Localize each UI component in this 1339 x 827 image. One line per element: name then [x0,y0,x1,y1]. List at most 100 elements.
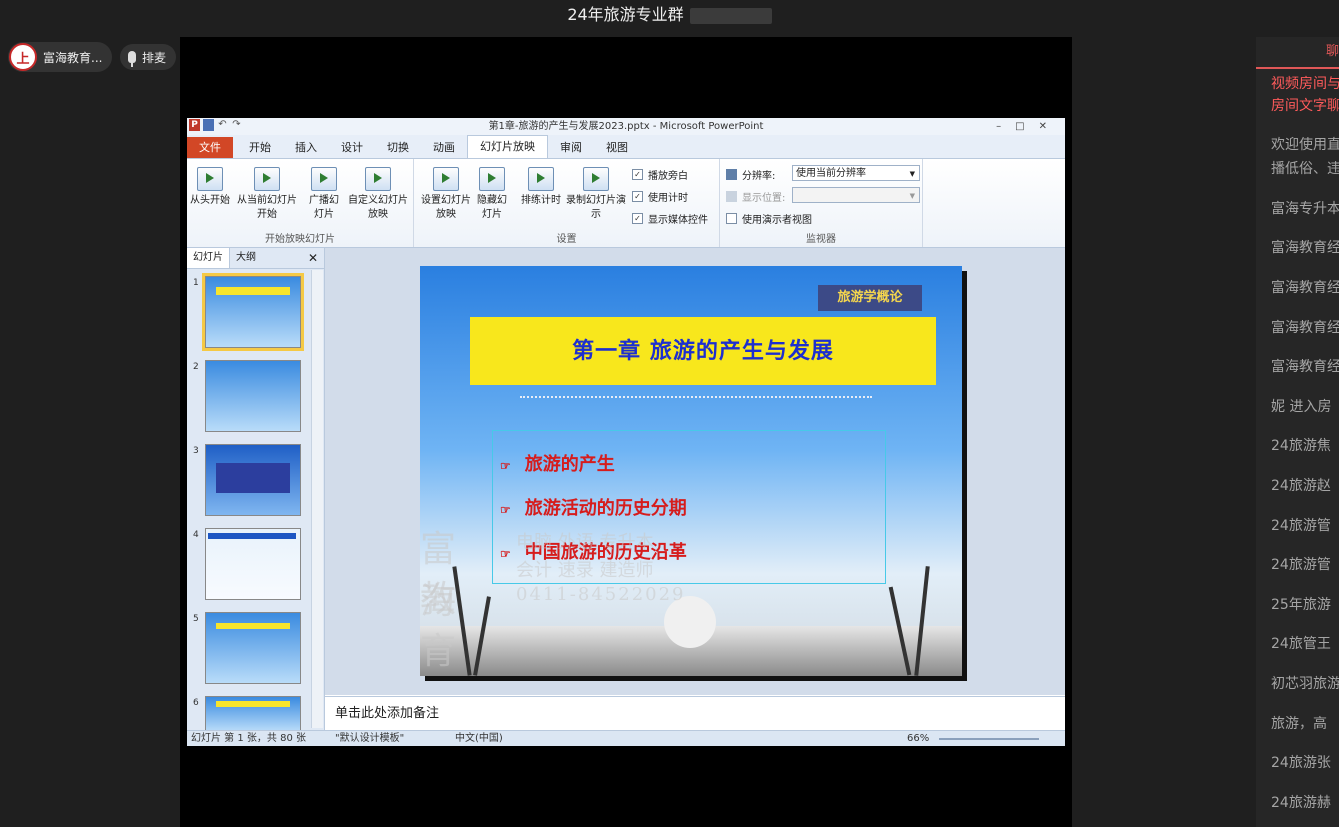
display-on-select[interactable]: ▼ [792,187,920,203]
play-current-icon [254,167,280,191]
redacted-title-part [689,7,772,24]
tab-slideshow[interactable]: 幻灯片放映 [467,135,548,158]
tab-slides[interactable]: 幻灯片 [187,248,230,268]
slide-thumbnail[interactable]: 5 [187,608,315,686]
window-controls[interactable]: –□✕ [996,118,1061,135]
chat-message: 妮 进入房 [1271,399,1332,415]
quick-access-toolbar: P ↶ ↷ [189,119,242,131]
rehearse-timings-button[interactable]: 排练计时 [518,165,564,208]
slide-thumbnail[interactable]: 1 [187,272,315,351]
save-icon[interactable] [203,119,214,131]
monitor-icon [726,191,737,202]
tab-transitions[interactable]: 切换 [375,137,421,158]
pointing-hand-icon: ☞ [500,459,511,473]
chat-message: 24旅游赫 [1271,795,1331,811]
broadcast-button[interactable]: 广播幻灯片 [307,165,341,222]
status-zoom: 66% [907,733,930,744]
slide-bullet: ☞ 旅游的产生 [500,454,615,475]
host-chip[interactable]: 上 富海教育... [8,42,113,72]
record-slideshow-button[interactable]: 录制幻灯片演示 [564,165,628,222]
pane-tabs: 幻灯片 大纲 ✕ [187,248,324,269]
ribbon-tabs: 文件 开始 插入 设计 切换 动画 幻灯片放映 审阅 视图 [187,135,1065,159]
hide-slide-button[interactable]: 隐藏幻灯片 [476,165,508,222]
host-name: 富海教育... [43,50,103,65]
slide-thumbnail-image [202,273,304,351]
slide-bullet: ☞ 旅游活动的历史分期 [500,498,687,519]
pointing-hand-icon: ☞ [500,503,511,517]
slide-badge: 旅游学概论 [818,285,922,311]
tab-review[interactable]: 审阅 [548,137,594,158]
pointing-hand-icon: ☞ [500,547,511,561]
slide-thumbnail-image [205,696,301,732]
group-start-slideshow: 从头开始 从当前幻灯片开始 广播幻灯片 自定义幻灯片放映 开始放映幻灯片 [187,159,414,247]
chat-message: 25年旅游 [1271,597,1331,613]
ppt-title-bar: P ↶ ↷ 第1章-旅游的产生与发展2023.pptx - Microsoft … [187,118,1065,135]
check-icon: ✓ [632,169,643,180]
slide-thumbnail[interactable]: 2 [187,356,315,434]
ribbon: 从头开始 从当前幻灯片开始 广播幻灯片 自定义幻灯片放映 开始放映幻灯片 设置幻… [187,159,1065,248]
zoom-slider[interactable] [939,738,1039,740]
queue-mic-label: 排麦 [142,50,167,65]
chat-message: 24旅游张 [1271,755,1331,771]
tab-insert[interactable]: 插入 [283,137,329,158]
tab-animations[interactable]: 动画 [421,137,467,158]
record-icon [583,167,609,191]
undo-icon[interactable]: ↶ [217,119,228,131]
chat-message: 24旅游赵 [1271,478,1331,494]
status-bar: 幻灯片 第 1 张，共 80 张 "默认设计模板" 中文(中国) 66% [187,730,1065,746]
chat-tab[interactable]: 聊 [1256,37,1339,69]
setup-show-button[interactable]: 设置幻灯片放映 [418,165,474,222]
slides-pane: 幻灯片 大纲 ✕ 1 2 3 4 5 6 [187,248,325,732]
resolution-select[interactable]: 使用当前分辨率 ▼ [792,165,920,181]
tab-home[interactable]: 开始 [237,137,283,158]
queue-mic-button[interactable]: 排麦 [120,44,177,70]
broadcast-icon [311,167,337,191]
room-title: 24年旅游专业群 [0,0,1339,32]
slide-title: 第一章 旅游的产生与发展 [470,317,936,385]
chat-message: 富海教育经 [1271,240,1339,256]
chevron-down-icon: ▼ [909,170,915,178]
play-narration-checkbox[interactable]: ✓ 播放旁白 [632,167,688,182]
chat-notice: 房间文字聊 [1271,98,1339,114]
slide-thumbnail[interactable]: 3 [187,440,315,518]
chat-message: 24旅游焦 [1271,438,1331,454]
chat-message: 欢迎使用直 [1271,137,1339,153]
close-pane-icon[interactable]: ✕ [302,248,324,268]
use-timings-checkbox[interactable]: ✓ 使用计时 [632,189,688,204]
display-on-label: 显示位置: [726,189,785,204]
chat-message: 富海教育经 [1271,320,1339,336]
notes-pane[interactable]: 单击此处添加备注 [325,696,1065,730]
tab-design[interactable]: 设计 [329,137,375,158]
current-slide[interactable]: 旅游学概论 第一章 旅游的产生与发展 ☞ 旅游的产生 ☞ 旅游活动的历史分期 ☞ 中国… [420,266,962,676]
show-media-controls-checkbox[interactable]: ✓ 显示媒体控件 [632,211,708,226]
chat-message: 富海专升本 [1271,201,1339,217]
from-current-button[interactable]: 从当前幻灯片开始 [235,165,299,222]
slide-thumbnail[interactable]: 4 [187,524,315,602]
check-icon: ✓ [632,213,643,224]
checkbox-icon [726,213,737,224]
group-start-label: 开始放映幻灯片 [265,234,335,245]
pane-scrollbar[interactable] [311,270,323,728]
status-theme: "默认设计模板" [335,733,405,744]
play-slide-icon [197,167,223,191]
status-slide-info: 幻灯片 第 1 张，共 80 张 [191,733,306,744]
status-language: 中文(中国) [455,733,503,744]
chat-message: 富海教育经 [1271,280,1339,296]
group-setup-label: 设置 [556,234,577,245]
tab-view[interactable]: 视图 [594,137,640,158]
tab-file[interactable]: 文件 [187,137,233,158]
chat-message: 24旅管王 [1271,636,1331,652]
custom-show-icon [365,167,391,191]
presenter-view-checkbox[interactable]: 使用演示者视图 [726,211,812,226]
redo-icon[interactable]: ↷ [231,119,242,131]
group-monitor: 分辨率: 使用当前分辨率 ▼ 显示位置: ▼ 使用演示者视图 监视器 [720,159,923,247]
powerpoint-logo-icon: P [189,119,200,131]
slide-thumbnail-image [205,360,301,432]
from-beginning-button[interactable]: 从头开始 [189,165,231,208]
ppt-window-title: 第1章-旅游的产生与发展2023.pptx - Microsoft PowerP… [488,121,764,132]
custom-show-button[interactable]: 自定义幻灯片放映 [345,165,411,222]
group-setup: 设置幻灯片放映 隐藏幻灯片 排练计时 录制幻灯片演示 ✓ 播放旁白 ✓ 使用计时 ✓… [414,159,720,247]
slide-thumbnail-image [205,444,301,516]
tab-outline[interactable]: 大纲 [230,248,262,268]
chat-message: 24旅游管 [1271,518,1331,534]
